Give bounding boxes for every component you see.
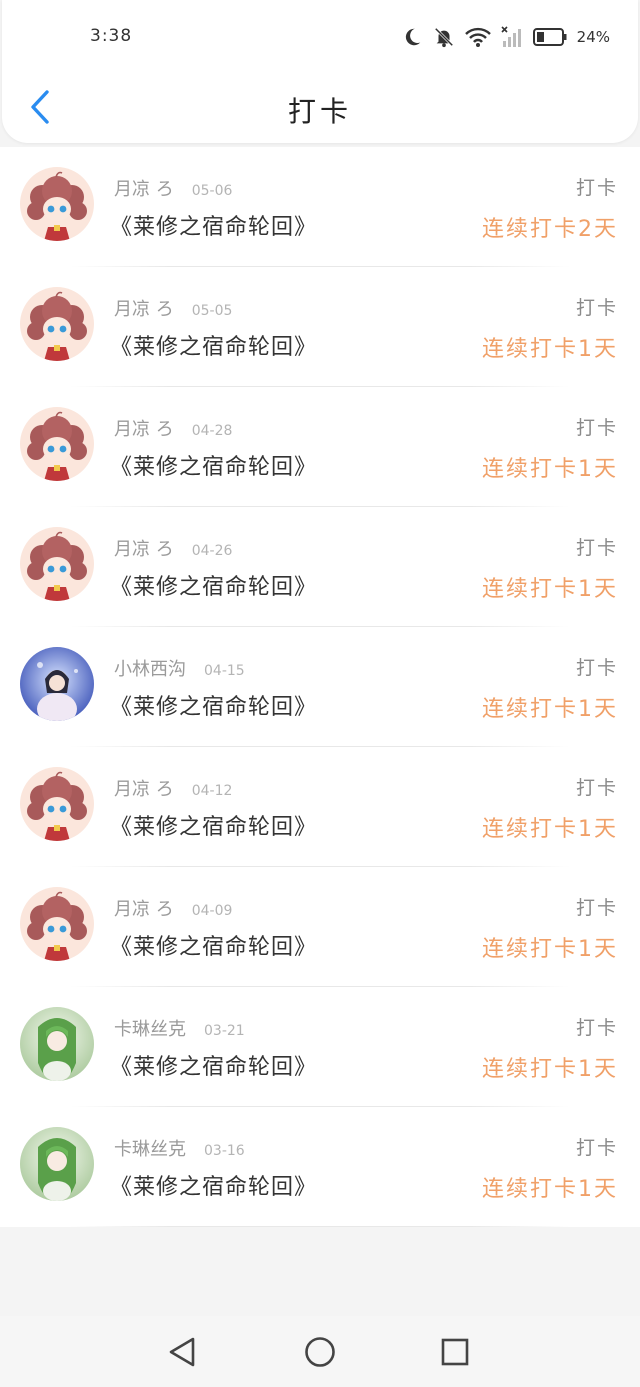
checkin-label: 打卡 (575, 657, 618, 679)
entry-meta: 卡琳丝克 03-16 (114, 1135, 245, 1161)
streak-text: 连续打卡2天 (482, 217, 618, 242)
streak-text: 连续打卡1天 (482, 577, 618, 602)
screen: 3:38 24% 打卡 月凉 ろ 05-06 《莱修之宿命轮回》 打卡 连续打卡… (0, 0, 640, 1387)
checkin-row[interactable]: 月凉 ろ 04-26 《莱修之宿命轮回》 打卡连续打卡1天 (0, 507, 640, 627)
avatar[interactable] (20, 527, 94, 601)
entry-date: 04-09 (191, 903, 233, 919)
nav-recents-button[interactable] (435, 1332, 475, 1372)
book-title[interactable]: 《莱修之宿命轮回》 (110, 449, 317, 481)
avatar[interactable] (20, 887, 94, 961)
entry-meta: 月凉 ろ 05-06 (114, 175, 232, 201)
entry-date: 04-28 (191, 423, 233, 439)
checkin-label: 打卡 (575, 1137, 618, 1159)
checkin-row[interactable]: 月凉 ろ 05-05 《莱修之宿命轮回》 打卡连续打卡1天 (0, 267, 640, 387)
bell-off-icon (433, 26, 455, 48)
checkin-row[interactable]: 卡琳丝克 03-21 《莱修之宿命轮回》 打卡连续打卡1天 (0, 987, 640, 1107)
streak-text: 连续打卡1天 (482, 1177, 618, 1202)
checkin-label: 打卡 (575, 177, 618, 199)
streak-text: 连续打卡1天 (482, 937, 618, 962)
checkin-row[interactable]: 月凉 ろ 04-28 《莱修之宿命轮回》 打卡连续打卡1天 (0, 387, 640, 507)
book-title[interactable]: 《莱修之宿命轮回》 (110, 929, 317, 961)
username[interactable]: 月凉 ろ (114, 899, 174, 920)
username[interactable]: 月凉 ろ (114, 779, 174, 800)
wifi-icon (464, 26, 491, 48)
avatar[interactable] (20, 1127, 94, 1201)
entry-meta: 月凉 ろ 04-28 (114, 415, 232, 441)
checkin-label: 打卡 (575, 897, 618, 919)
avatar[interactable] (20, 167, 94, 241)
entry-meta: 月凉 ろ 04-26 (114, 535, 232, 561)
entry-date: 04-12 (191, 783, 233, 799)
book-title[interactable]: 《莱修之宿命轮回》 (110, 689, 317, 721)
entry-meta: 月凉 ろ 04-09 (114, 895, 232, 921)
nav-back-button[interactable] (163, 1332, 203, 1372)
status-time: 3:38 (90, 26, 133, 46)
book-title[interactable]: 《莱修之宿命轮回》 (110, 1169, 317, 1201)
checkin-row[interactable]: 月凉 ろ 04-09 《莱修之宿命轮回》 打卡连续打卡1天 (0, 867, 640, 987)
checkin-label: 打卡 (575, 417, 618, 439)
username[interactable]: 月凉 ろ (114, 419, 174, 440)
entry-date: 04-26 (191, 543, 233, 559)
checkin-list: 月凉 ろ 05-06 《莱修之宿命轮回》 打卡 连续打卡2天 月凉 ろ 05-05 《莱修之宿… (0, 147, 640, 1227)
entry-meta: 卡琳丝克 03-21 (114, 1015, 245, 1041)
entry-meta: 月凉 ろ 04-12 (114, 775, 232, 801)
checkin-label: 打卡 (575, 1017, 618, 1039)
streak-text: 连续打卡1天 (482, 457, 618, 482)
checkin-row[interactable]: 卡琳丝克 03-16 《莱修之宿命轮回》 打卡连续打卡1天 (0, 1107, 640, 1227)
signal-off-icon (501, 26, 523, 48)
back-triangle-icon (169, 1337, 195, 1367)
username[interactable]: 卡琳丝克 (114, 1139, 186, 1160)
checkin-row[interactable]: 月凉 ろ 05-06 《莱修之宿命轮回》 打卡连续打卡2天 (0, 147, 640, 267)
entry-date: 03-16 (204, 1143, 245, 1159)
entry-date: 03-21 (204, 1023, 245, 1039)
nav-home-button[interactable] (300, 1332, 340, 1372)
system-nav-bar (0, 1316, 640, 1387)
checkin-row[interactable]: 小林西沟 04-15 《莱修之宿命轮回》 打卡连续打卡1天 (0, 627, 640, 747)
username[interactable]: 卡琳丝克 (114, 1019, 186, 1040)
book-title[interactable]: 《莱修之宿命轮回》 (110, 209, 317, 241)
entry-meta: 月凉 ろ 05-05 (114, 295, 232, 321)
streak-text: 连续打卡1天 (482, 817, 618, 842)
checkin-label: 打卡 (575, 537, 618, 559)
book-title[interactable]: 《莱修之宿命轮回》 (110, 569, 317, 601)
avatar[interactable] (20, 287, 94, 361)
book-title[interactable]: 《莱修之宿命轮回》 (110, 809, 317, 841)
moon-icon (401, 26, 423, 48)
username[interactable]: 月凉 ろ (114, 299, 174, 320)
checkin-label: 打卡 (575, 297, 618, 319)
row-divider (70, 1226, 570, 1227)
avatar[interactable] (20, 647, 94, 721)
username[interactable]: 小林西沟 (114, 659, 186, 680)
avatar[interactable] (20, 767, 94, 841)
book-title[interactable]: 《莱修之宿命轮回》 (110, 329, 317, 361)
avatar[interactable] (20, 1007, 94, 1081)
entry-date: 05-06 (191, 183, 233, 199)
entry-date: 04-15 (204, 663, 245, 679)
status-icons: 24% (401, 22, 610, 52)
streak-text: 连续打卡1天 (482, 337, 618, 362)
battery-icon (532, 27, 567, 47)
header-bar: 3:38 24% 打卡 (2, 0, 638, 143)
checkin-label: 打卡 (575, 777, 618, 799)
streak-text: 连续打卡1天 (482, 1057, 618, 1082)
entry-meta: 小林西沟 04-15 (114, 655, 245, 681)
username[interactable]: 月凉 ろ (114, 179, 174, 200)
battery-percent: 24% (576, 28, 610, 46)
book-title[interactable]: 《莱修之宿命轮回》 (110, 1049, 317, 1081)
username[interactable]: 月凉 ろ (114, 539, 174, 560)
streak-text: 连续打卡1天 (482, 697, 618, 722)
home-circle-icon (305, 1337, 335, 1367)
recents-square-icon (441, 1338, 469, 1366)
page-title: 打卡 (287, 95, 352, 128)
avatar[interactable] (20, 407, 94, 481)
entry-date: 05-05 (191, 303, 233, 319)
checkin-row[interactable]: 月凉 ろ 04-12 《莱修之宿命轮回》 打卡连续打卡1天 (0, 747, 640, 867)
